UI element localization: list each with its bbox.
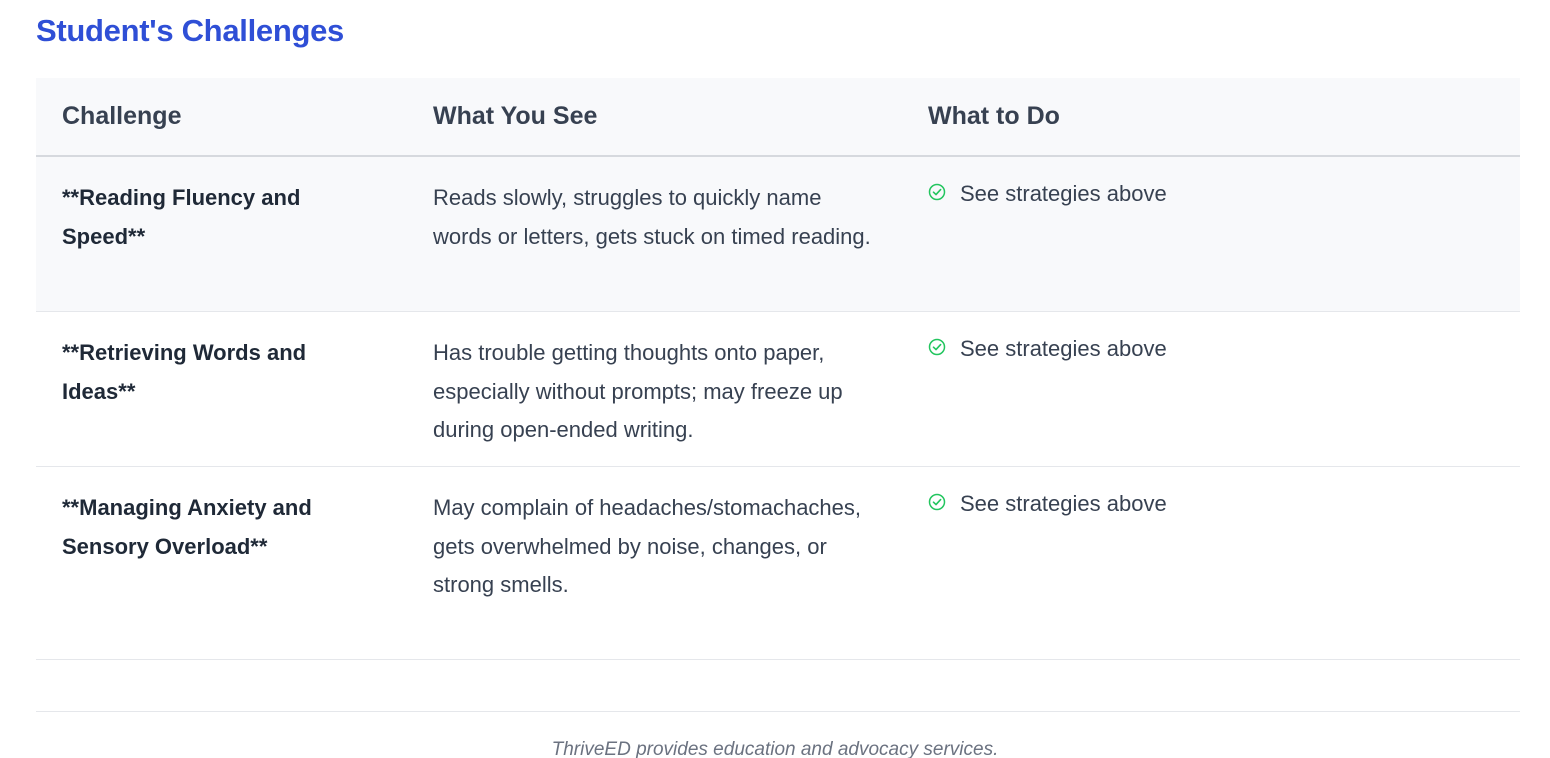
check-circle-icon [928, 338, 946, 356]
footer-divider [36, 711, 1520, 712]
table-row: **Retrieving Words and Ideas** Has troub… [36, 312, 1520, 467]
table-row: **Reading Fluency and Speed** Reads slow… [36, 157, 1520, 312]
challenges-table: Challenge What You See What to Do **Read… [36, 78, 1520, 660]
check-circle-icon [928, 493, 946, 511]
section-title: Student's Challenges [36, 13, 344, 48]
footer-text: ThriveED provides education and advocacy… [551, 739, 999, 758]
what-you-see-cell: Reads slowly, struggles to quickly name … [433, 185, 871, 249]
what-to-do-text: See strategies above [960, 491, 1167, 516]
challenge-cell: **Managing Anxiety and Sensory Overload*… [62, 495, 312, 559]
what-to-do-cell: See strategies above [928, 489, 1488, 519]
what-you-see-cell: May complain of headaches/stomachaches, … [433, 495, 862, 597]
check-circle-icon [928, 183, 946, 201]
what-to-do-text: See strategies above [960, 181, 1167, 206]
table-header: Challenge What You See What to Do [36, 78, 1520, 157]
what-to-do-text: See strategies above [960, 336, 1167, 361]
what-to-do-cell: See strategies above [928, 334, 1488, 364]
challenge-cell: **Reading Fluency and Speed** [62, 185, 301, 249]
header-what-to-do: What to Do [928, 102, 1060, 130]
what-to-do-cell: See strategies above [928, 179, 1488, 209]
page: Student's Challenges Challenge What You … [0, 0, 1550, 758]
header-challenge: Challenge [62, 102, 182, 130]
table-row: **Managing Anxiety and Sensory Overload*… [36, 467, 1520, 660]
what-you-see-cell: Has trouble getting thoughts onto paper,… [433, 340, 843, 442]
challenge-cell: **Retrieving Words and Ideas** [62, 340, 307, 404]
header-what-you-see: What You See [433, 102, 598, 130]
